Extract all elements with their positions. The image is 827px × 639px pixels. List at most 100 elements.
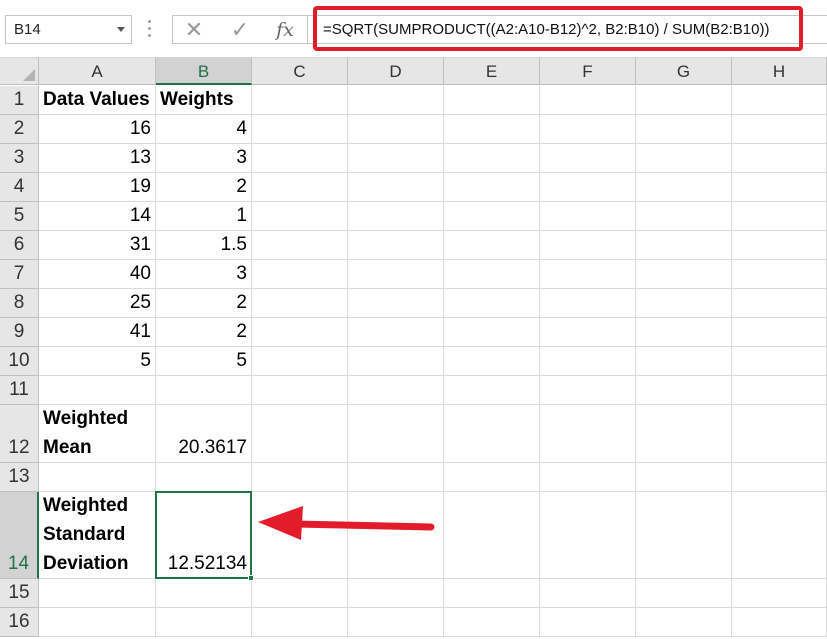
cell-c10[interactable] bbox=[252, 347, 348, 376]
cell-h10[interactable] bbox=[732, 347, 827, 376]
cell-g3[interactable] bbox=[636, 144, 732, 173]
cell-b15[interactable] bbox=[156, 579, 252, 608]
cell-d16[interactable] bbox=[348, 608, 444, 637]
column-header-f[interactable]: F bbox=[540, 58, 636, 85]
cell-f5[interactable] bbox=[540, 202, 636, 231]
cell-d6[interactable] bbox=[348, 231, 444, 260]
row-header-8[interactable]: 8 bbox=[0, 289, 39, 318]
cell-a8[interactable]: 25 bbox=[39, 289, 156, 318]
row-header-1[interactable]: 1 bbox=[0, 86, 39, 115]
cell-a1[interactable]: Data Values bbox=[39, 86, 156, 115]
row-header-5[interactable]: 5 bbox=[0, 202, 39, 231]
cell-h15[interactable] bbox=[732, 579, 827, 608]
cell-c9[interactable] bbox=[252, 318, 348, 347]
cell-c7[interactable] bbox=[252, 260, 348, 289]
cell-a7[interactable]: 40 bbox=[39, 260, 156, 289]
cell-f11[interactable] bbox=[540, 376, 636, 405]
cell-a16[interactable] bbox=[39, 608, 156, 637]
cell-f8[interactable] bbox=[540, 289, 636, 318]
cell-h8[interactable] bbox=[732, 289, 827, 318]
cell-d1[interactable] bbox=[348, 86, 444, 115]
cell-a5[interactable]: 14 bbox=[39, 202, 156, 231]
row-header-11[interactable]: 11 bbox=[0, 376, 39, 405]
cell-a2[interactable]: 16 bbox=[39, 115, 156, 144]
cell-g12[interactable] bbox=[636, 405, 732, 463]
cell-d7[interactable] bbox=[348, 260, 444, 289]
column-header-d[interactable]: D bbox=[348, 58, 444, 85]
cell-b3[interactable]: 3 bbox=[156, 144, 252, 173]
cell-a13[interactable] bbox=[39, 463, 156, 492]
cell-e12[interactable] bbox=[444, 405, 540, 463]
cell-d4[interactable] bbox=[348, 173, 444, 202]
cell-e11[interactable] bbox=[444, 376, 540, 405]
cell-h16[interactable] bbox=[732, 608, 827, 637]
cell-e14[interactable] bbox=[444, 492, 540, 579]
cell-h14[interactable] bbox=[732, 492, 827, 579]
column-header-c[interactable]: C bbox=[252, 58, 348, 85]
column-header-b[interactable]: B bbox=[156, 58, 252, 85]
cell-c8[interactable] bbox=[252, 289, 348, 318]
cell-a14[interactable]: Weighted Standard Deviation bbox=[39, 492, 156, 579]
cell-a9[interactable]: 41 bbox=[39, 318, 156, 347]
cell-h4[interactable] bbox=[732, 173, 827, 202]
cell-h12[interactable] bbox=[732, 405, 827, 463]
cell-a10[interactable]: 5 bbox=[39, 347, 156, 376]
cell-e1[interactable] bbox=[444, 86, 540, 115]
row-header-9[interactable]: 9 bbox=[0, 318, 39, 347]
cell-c13[interactable] bbox=[252, 463, 348, 492]
cell-f7[interactable] bbox=[540, 260, 636, 289]
cell-f13[interactable] bbox=[540, 463, 636, 492]
cell-e9[interactable] bbox=[444, 318, 540, 347]
cell-e15[interactable] bbox=[444, 579, 540, 608]
enter-icon[interactable]: ✓ bbox=[225, 18, 255, 42]
cell-g13[interactable] bbox=[636, 463, 732, 492]
cell-c4[interactable] bbox=[252, 173, 348, 202]
cell-b10[interactable]: 5 bbox=[156, 347, 252, 376]
cell-d15[interactable] bbox=[348, 579, 444, 608]
cell-b5[interactable]: 1 bbox=[156, 202, 252, 231]
cell-h11[interactable] bbox=[732, 376, 827, 405]
cell-d9[interactable] bbox=[348, 318, 444, 347]
cell-b7[interactable]: 3 bbox=[156, 260, 252, 289]
row-header-14[interactable]: 14 bbox=[0, 492, 39, 579]
cell-a6[interactable]: 31 bbox=[39, 231, 156, 260]
cell-f2[interactable] bbox=[540, 115, 636, 144]
cell-e5[interactable] bbox=[444, 202, 540, 231]
cell-b9[interactable]: 2 bbox=[156, 318, 252, 347]
cell-h3[interactable] bbox=[732, 144, 827, 173]
row-header-7[interactable]: 7 bbox=[0, 260, 39, 289]
cell-e10[interactable] bbox=[444, 347, 540, 376]
cell-g11[interactable] bbox=[636, 376, 732, 405]
cell-e7[interactable] bbox=[444, 260, 540, 289]
cell-e8[interactable] bbox=[444, 289, 540, 318]
cell-b6[interactable]: 1.5 bbox=[156, 231, 252, 260]
drag-handle-icon[interactable] bbox=[148, 20, 151, 38]
row-header-10[interactable]: 10 bbox=[0, 347, 39, 376]
fill-handle[interactable] bbox=[248, 575, 254, 581]
cell-b13[interactable] bbox=[156, 463, 252, 492]
cell-f10[interactable] bbox=[540, 347, 636, 376]
cell-c2[interactable] bbox=[252, 115, 348, 144]
cell-g14[interactable] bbox=[636, 492, 732, 579]
cell-d11[interactable] bbox=[348, 376, 444, 405]
cancel-icon[interactable]: ✕ bbox=[179, 18, 209, 42]
cell-g7[interactable] bbox=[636, 260, 732, 289]
cell-b16[interactable] bbox=[156, 608, 252, 637]
row-header-15[interactable]: 15 bbox=[0, 579, 39, 608]
cell-h6[interactable] bbox=[732, 231, 827, 260]
cell-c5[interactable] bbox=[252, 202, 348, 231]
cell-f1[interactable] bbox=[540, 86, 636, 115]
cell-b4[interactable]: 2 bbox=[156, 173, 252, 202]
name-box[interactable]: B14 bbox=[5, 15, 132, 44]
cell-f6[interactable] bbox=[540, 231, 636, 260]
cell-a15[interactable] bbox=[39, 579, 156, 608]
cell-g9[interactable] bbox=[636, 318, 732, 347]
row-header-12[interactable]: 12 bbox=[0, 405, 39, 463]
row-header-16[interactable]: 16 bbox=[0, 608, 39, 637]
row-header-2[interactable]: 2 bbox=[0, 115, 39, 144]
cell-e4[interactable] bbox=[444, 173, 540, 202]
cell-d2[interactable] bbox=[348, 115, 444, 144]
cell-c15[interactable] bbox=[252, 579, 348, 608]
cell-d5[interactable] bbox=[348, 202, 444, 231]
row-header-6[interactable]: 6 bbox=[0, 231, 39, 260]
